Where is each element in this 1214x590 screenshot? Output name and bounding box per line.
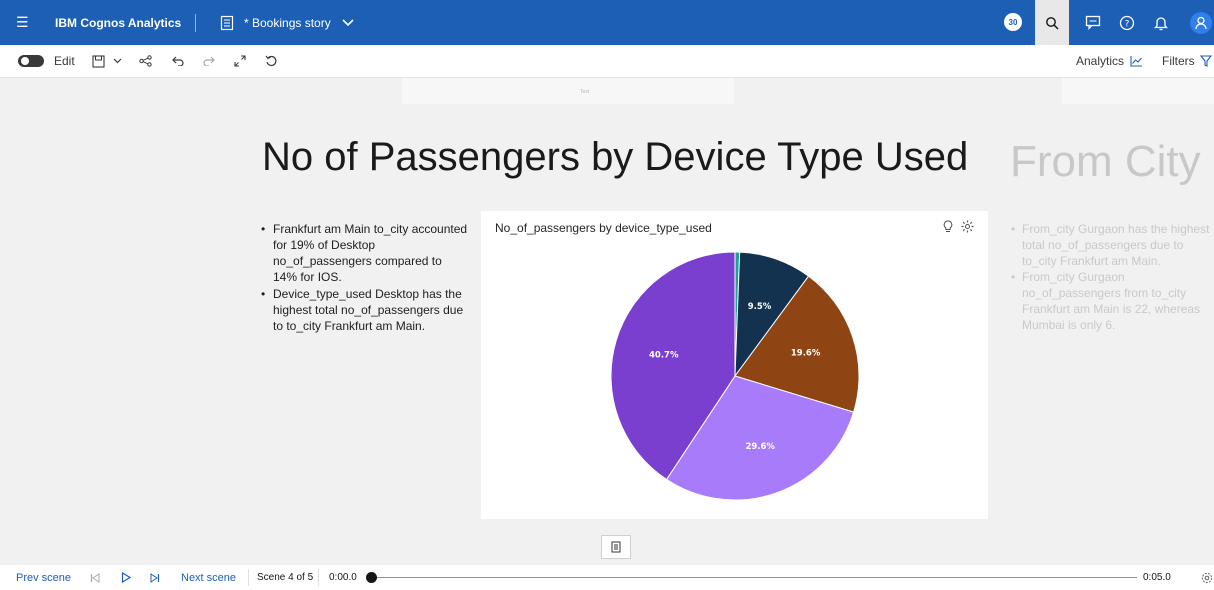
story-title[interactable]: * Bookings story	[244, 0, 331, 45]
chat-icon[interactable]	[1080, 0, 1106, 45]
scene-title: No of Passengers by Device Type Used	[262, 135, 969, 179]
undo-icon[interactable]	[172, 45, 184, 77]
text-placeholder-label: Text	[580, 89, 590, 95]
play-icon[interactable]	[121, 565, 131, 590]
app-header: ☰ IBM Cognos Analytics * Bookings story …	[0, 0, 1214, 45]
playback-bar: Prev scene Next scene Scene 4 of 5 0:00.…	[0, 565, 1214, 590]
pie-slice-label: 19.6%	[791, 349, 821, 359]
edit-label: Edit	[54, 54, 75, 68]
fullscreen-icon[interactable]	[234, 45, 246, 77]
search-icon	[1046, 16, 1059, 30]
chevron-down-icon[interactable]	[342, 0, 354, 45]
insight-item: Device_type_used Desktop has the highest…	[258, 286, 468, 334]
help-icon[interactable]: ?	[1114, 0, 1140, 45]
chevron-down-icon[interactable]	[113, 45, 122, 77]
timeline-scrubber[interactable]	[366, 572, 377, 583]
user-avatar[interactable]	[1190, 12, 1212, 34]
skip-forward-icon[interactable]	[150, 565, 160, 590]
share-icon[interactable]	[139, 45, 152, 77]
next-insights-list: From_city Gurgaon has the highest total …	[1010, 221, 1214, 333]
story-icon	[220, 0, 234, 45]
save-icon[interactable]	[92, 45, 105, 77]
pie-chart-card[interactable]: No_of_passengers by device_type_used 9.5…	[481, 211, 988, 519]
pie-chart: 9.5% 19.6% 29.6% 40.7%	[610, 251, 860, 501]
analytics-icon	[1130, 56, 1143, 67]
story-toolbar: Edit Analytics Filters	[0, 45, 1214, 78]
timeline-track[interactable]	[372, 577, 1137, 578]
text-placeholder[interactable]: Text	[402, 78, 734, 104]
search-button[interactable]	[1035, 0, 1069, 45]
playback-divider	[248, 569, 249, 586]
insight-item: From_city Gurgaon has the highest total …	[1010, 221, 1214, 269]
notification-count-badge[interactable]: 30	[1004, 13, 1022, 31]
notification-icon[interactable]	[1148, 0, 1174, 45]
settings-icon[interactable]	[1201, 565, 1213, 590]
analytics-button[interactable]: Analytics	[1076, 45, 1143, 77]
text-placeholder-next[interactable]	[1062, 78, 1214, 104]
pie-slice-label: 40.7%	[649, 351, 679, 361]
refresh-icon[interactable]	[265, 45, 277, 77]
pie-slice-label: 9.5%	[748, 302, 772, 312]
filter-icon	[1199, 55, 1212, 67]
insights-list: Frankfurt am Main to_city accounted for …	[258, 221, 468, 335]
insight-item: From_city Gurgaon no_of_passengers from …	[1010, 269, 1214, 333]
skip-back-icon[interactable]	[90, 565, 100, 590]
filters-button[interactable]: Filters	[1162, 45, 1212, 77]
analytics-label: Analytics	[1076, 54, 1125, 68]
app-name: IBM Cognos Analytics	[55, 15, 182, 30]
filters-label: Filters	[1162, 54, 1195, 68]
insight-item: Frankfurt am Main to_city accounted for …	[258, 221, 468, 285]
next-scene-title: From City	[1010, 137, 1201, 186]
playback-divider	[318, 569, 319, 586]
time-start: 0:00.0	[329, 572, 357, 583]
redo-icon[interactable]	[203, 45, 215, 77]
edit-toggle[interactable]	[18, 55, 44, 67]
notes-button[interactable]	[601, 535, 631, 559]
svg-text:?: ?	[1125, 19, 1130, 29]
header-divider	[195, 14, 196, 32]
pie-slice-label: 29.6%	[745, 442, 775, 452]
notes-icon	[611, 541, 621, 553]
hamburger-icon[interactable]: ☰	[16, 0, 29, 45]
time-end: 0:05.0	[1143, 572, 1171, 583]
user-icon	[1195, 16, 1207, 30]
next-scene-button[interactable]: Next scene	[181, 565, 236, 590]
prev-scene-button[interactable]: Prev scene	[16, 565, 71, 590]
scene-counter: Scene 4 of 5	[257, 572, 314, 583]
